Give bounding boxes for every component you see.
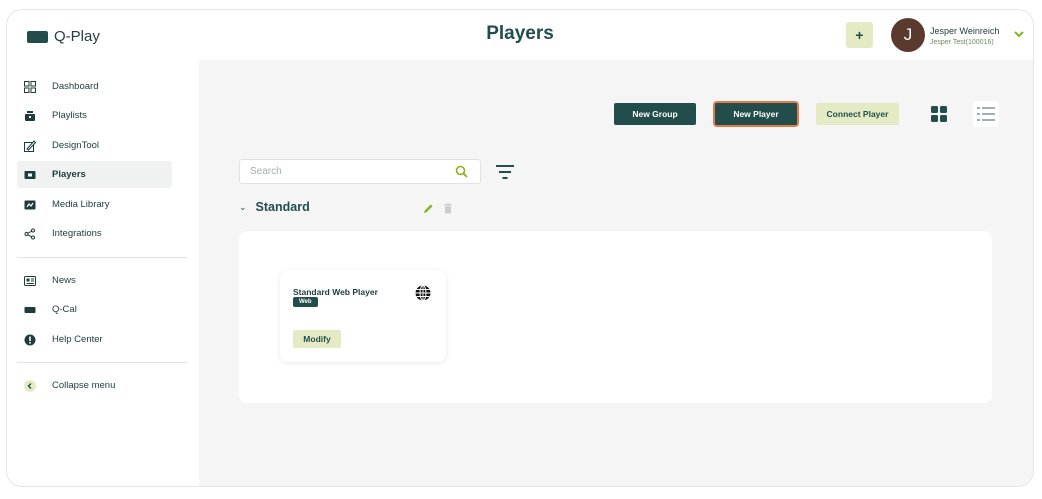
help-icon <box>24 334 36 346</box>
sidebar-item-label: DesignTool <box>52 140 99 151</box>
sidebar-item-label: Players <box>52 169 86 180</box>
sidebar-item-label: Help Center <box>52 334 103 345</box>
connect-player-button[interactable]: Connect Player <box>816 103 899 125</box>
player-type-badge: Web <box>293 297 318 307</box>
trash-icon[interactable] <box>443 203 453 214</box>
add-button[interactable]: + <box>846 22 873 48</box>
sidebar-item-help-center[interactable]: Help Center <box>17 326 172 353</box>
sidebar-item-label: Playlists <box>52 110 87 121</box>
sidebar-item-label: Q-Cal <box>52 304 77 315</box>
share-nodes-icon <box>24 228 36 240</box>
list-view-button[interactable] <box>973 101 999 127</box>
design-tool-icon <box>24 139 36 152</box>
sidebar-item-q-cal[interactable]: Q-Cal <box>17 296 172 323</box>
group-panel: Standard Web Player Web Modify <box>239 231 992 403</box>
edit-pencil-icon[interactable] <box>423 203 434 214</box>
globe-icon <box>415 285 431 301</box>
sidebar-item-integrations[interactable]: Integrations <box>17 220 172 247</box>
main-content: New Group New Player Connect Player Sear… <box>199 60 1033 486</box>
search-input[interactable] <box>240 160 440 183</box>
sidebar: Dashboard Playlists DesignTool Players M… <box>7 60 199 486</box>
player-name: Standard Web Player <box>293 287 378 297</box>
media-library-icon <box>24 199 36 211</box>
collapse-menu-button[interactable]: Collapse menu <box>17 372 172 399</box>
sidebar-item-news[interactable]: News <box>17 267 172 294</box>
new-group-button[interactable]: New Group <box>614 103 696 125</box>
filter-button[interactable] <box>492 159 518 185</box>
sidebar-item-players[interactable]: Players <box>17 161 172 188</box>
search-box <box>239 159 481 184</box>
new-player-button[interactable]: New Player <box>715 103 797 125</box>
user-org: Jesper Test(100016) <box>930 39 994 46</box>
filter-icon <box>496 165 514 179</box>
sidebar-item-dashboard[interactable]: Dashboard <box>17 73 172 100</box>
modify-button[interactable]: Modify <box>293 330 341 348</box>
sidebar-divider <box>17 362 187 363</box>
sidebar-divider <box>17 257 187 258</box>
group-collapse-chevron-icon[interactable]: ⌄ <box>239 202 247 213</box>
page-title: Players <box>486 23 554 44</box>
player-card[interactable]: Standard Web Player Web Modify <box>280 270 446 362</box>
sidebar-item-label: Dashboard <box>52 81 99 92</box>
sidebar-item-designtool[interactable]: DesignTool <box>17 132 172 159</box>
sidebar-item-label: Collapse menu <box>52 380 116 391</box>
list-view-icon <box>977 107 995 121</box>
avatar[interactable]: J <box>891 18 925 52</box>
chevron-left-circle-icon <box>24 379 36 392</box>
sidebar-item-label: News <box>52 275 76 286</box>
playlist-icon <box>24 110 36 122</box>
group-title: Standard <box>255 200 310 214</box>
app-window: Q-Play Players + J Jesper Weinreich Jesp… <box>6 9 1034 487</box>
sidebar-item-label: Media Library <box>52 199 110 210</box>
user-name[interactable]: Jesper Weinreich <box>930 26 999 36</box>
sidebar-item-playlists[interactable]: Playlists <box>17 102 172 129</box>
chevron-down-icon[interactable] <box>1013 28 1025 40</box>
grid-view-button[interactable] <box>926 101 952 127</box>
search-icon[interactable] <box>455 165 468 178</box>
dashboard-grid-icon <box>24 80 36 93</box>
grid-view-icon <box>931 106 947 122</box>
calendar-bar-icon <box>24 304 36 316</box>
news-icon <box>24 275 36 287</box>
group-header: ⌄ Standard <box>239 200 310 214</box>
sidebar-item-media-library[interactable]: Media Library <box>17 191 172 218</box>
sidebar-item-label: Integrations <box>52 228 102 239</box>
player-icon <box>24 169 36 181</box>
top-header: Q-Play Players + J Jesper Weinreich Jesp… <box>7 10 1033 60</box>
